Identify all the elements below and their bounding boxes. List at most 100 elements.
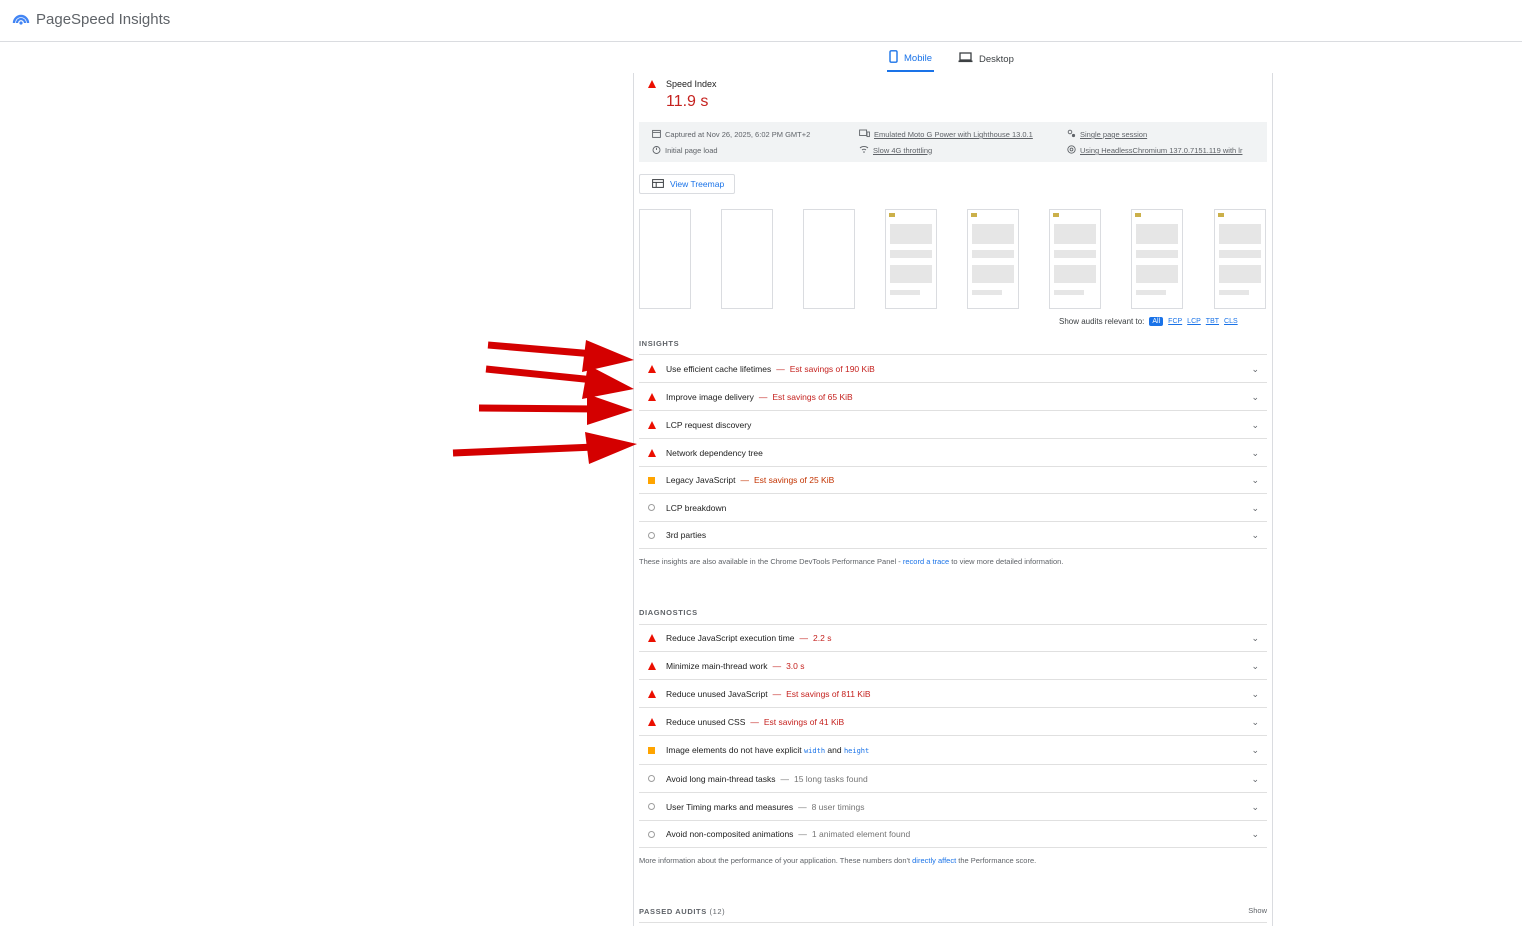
- filter-chip-all[interactable]: All: [1149, 317, 1164, 326]
- chevron-down-icon: ⌄: [1251, 773, 1259, 784]
- diagnostic-row[interactable]: User Timing marks and measures — 8 user …: [639, 792, 1267, 820]
- metric-label: Speed Index: [666, 79, 717, 89]
- insight-row[interactable]: Improve image delivery — Est savings of …: [639, 382, 1267, 410]
- directly-affect-link[interactable]: directly affect: [912, 856, 956, 865]
- pagespeed-logo-icon: [12, 9, 30, 30]
- metric-value: 11.9 s: [666, 93, 709, 110]
- diagnostic-row[interactable]: Avoid long main-thread tasks — 15 long t…: [639, 764, 1267, 792]
- record-trace-link[interactable]: record a trace: [903, 557, 949, 566]
- filmstrip-frame: [1131, 209, 1183, 309]
- info-circle-icon: [648, 531, 655, 539]
- chevron-down-icon: ⌄: [1251, 363, 1259, 374]
- show-passed-audits-button[interactable]: Show: [1248, 906, 1267, 915]
- chevron-down-icon: ⌄: [1251, 391, 1259, 402]
- browser-icon: [1067, 145, 1076, 156]
- devices-icon: [859, 129, 870, 140]
- chevron-down-icon: ⌄: [1251, 716, 1259, 727]
- diagnostic-row[interactable]: Reduce JavaScript execution time — 2.2 s…: [639, 624, 1267, 651]
- annotation-arrow-icon: [478, 394, 633, 425]
- filmstrip-frame: [1049, 209, 1101, 309]
- timer-icon: [652, 145, 661, 156]
- chevron-down-icon: ⌄: [1251, 530, 1259, 540]
- filmstrip-frame: [1214, 209, 1266, 309]
- run-info-load: Initial page load: [652, 145, 718, 156]
- chevron-down-icon: ⌄: [1251, 829, 1259, 839]
- info-circle-icon: [648, 504, 655, 511]
- passed-audits-heading[interactable]: PASSED AUDITS (12): [639, 907, 725, 916]
- fail-triangle-icon: [648, 364, 656, 373]
- thumbnail-logo: [889, 213, 895, 217]
- diagnostics-note: More information about the performance o…: [639, 856, 1037, 865]
- audit-filter: Show audits relevant to: All FCP LCP TBT…: [1059, 317, 1238, 326]
- divider: [639, 922, 1267, 923]
- insight-row[interactable]: Network dependency tree ⌄: [639, 438, 1267, 466]
- thumbnail-logo: [1053, 213, 1059, 217]
- laptop-icon: [958, 52, 973, 66]
- filmstrip: [639, 209, 1267, 309]
- fail-triangle-icon: [648, 689, 656, 698]
- chevron-down-icon: ⌄: [1251, 745, 1259, 755]
- app-title: PageSpeed Insights: [36, 11, 171, 28]
- filmstrip-frame: [721, 209, 773, 309]
- diagnostic-row[interactable]: Minimize main-thread work — 3.0 s ⌄: [639, 651, 1267, 679]
- insight-row[interactable]: Legacy JavaScript — Est savings of 25 Ki…: [639, 466, 1267, 493]
- audit-filter-label: Show audits relevant to:: [1059, 317, 1145, 326]
- brand[interactable]: PageSpeed Insights: [12, 9, 170, 30]
- chevron-down-icon: ⌄: [1251, 475, 1259, 485]
- chevron-down-icon: ⌄: [1251, 633, 1259, 643]
- filter-chip-fcp[interactable]: FCP: [1168, 318, 1182, 325]
- chevron-down-icon: ⌄: [1251, 660, 1259, 671]
- thumbnail-logo: [1218, 213, 1224, 217]
- wifi-icon: [859, 145, 869, 155]
- diagnostic-row[interactable]: Reduce unused JavaScript — Est savings o…: [639, 679, 1267, 707]
- filmstrip-frame: [967, 209, 1019, 309]
- insights-heading: INSIGHTS: [639, 339, 680, 348]
- info-circle-icon: [648, 830, 655, 838]
- annotation-arrow-icon: [452, 432, 637, 464]
- filter-chip-lcp[interactable]: LCP: [1187, 318, 1201, 325]
- info-circle-icon: [648, 775, 655, 782]
- report-panel: Speed Index 11.9 s Captured at Nov 26, 2…: [633, 73, 1273, 926]
- tab-desktop[interactable]: Desktop: [956, 46, 1016, 72]
- filmstrip-frame: [803, 209, 855, 309]
- fail-triangle-icon: [648, 717, 656, 726]
- average-square-icon: [648, 476, 655, 484]
- fail-triangle-icon: [648, 80, 656, 88]
- top-bar: PageSpeed Insights: [0, 0, 1522, 42]
- diagnostic-row[interactable]: Image elements do not have explicit widt…: [639, 735, 1267, 764]
- insights-note: These insights are also available in the…: [639, 557, 1064, 566]
- insight-row[interactable]: LCP breakdown ⌄: [639, 493, 1267, 521]
- chevron-down-icon: ⌄: [1251, 447, 1259, 458]
- filter-chip-tbt[interactable]: TBT: [1206, 318, 1219, 325]
- thumbnail-logo: [1135, 213, 1141, 217]
- diagnostic-row[interactable]: Reduce unused CSS — Est savings of 41 Ki…: [639, 707, 1267, 735]
- chevron-down-icon: ⌄: [1251, 502, 1259, 513]
- chevron-down-icon: ⌄: [1251, 688, 1259, 699]
- insight-row[interactable]: LCP request discovery ⌄: [639, 410, 1267, 438]
- filmstrip-frame: [639, 209, 691, 309]
- session-icon: [1067, 129, 1076, 140]
- run-info-browser[interactable]: Using HeadlessChromium 137.0.7151.119 wi…: [1067, 145, 1242, 156]
- chevron-down-icon: ⌄: [1251, 419, 1259, 430]
- device-tabs: Mobile Desktop: [887, 46, 1016, 72]
- run-info-throttling[interactable]: Slow 4G throttling: [859, 145, 932, 155]
- tab-mobile[interactable]: Mobile: [887, 46, 934, 72]
- chevron-down-icon: ⌄: [1251, 801, 1259, 812]
- info-circle-icon: [648, 803, 655, 810]
- insight-row[interactable]: Use efficient cache lifetimes — Est savi…: [639, 354, 1267, 382]
- fail-triangle-icon: [648, 634, 656, 642]
- diagnostic-row[interactable]: Avoid non-composited animations — 1 anim…: [639, 820, 1267, 848]
- run-info-captured: Captured at Nov 26, 2025, 6:02 PM GMT+2: [652, 129, 810, 140]
- run-info-emulation[interactable]: Emulated Moto G Power with Lighthouse 13…: [859, 129, 1033, 140]
- calendar-icon: [652, 129, 661, 140]
- tab-desktop-label: Desktop: [979, 53, 1014, 65]
- filter-chip-cls[interactable]: CLS: [1224, 318, 1238, 325]
- fail-triangle-icon: [648, 661, 656, 670]
- run-info: Captured at Nov 26, 2025, 6:02 PM GMT+2 …: [639, 122, 1267, 162]
- run-info-session[interactable]: Single page session: [1067, 129, 1147, 140]
- insight-row[interactable]: 3rd parties ⌄: [639, 521, 1267, 549]
- diagnostics-heading: DIAGNOSTICS: [639, 608, 698, 617]
- view-treemap-button[interactable]: View Treemap: [639, 174, 735, 194]
- fail-triangle-icon: [648, 448, 656, 457]
- treemap-icon: [652, 178, 664, 190]
